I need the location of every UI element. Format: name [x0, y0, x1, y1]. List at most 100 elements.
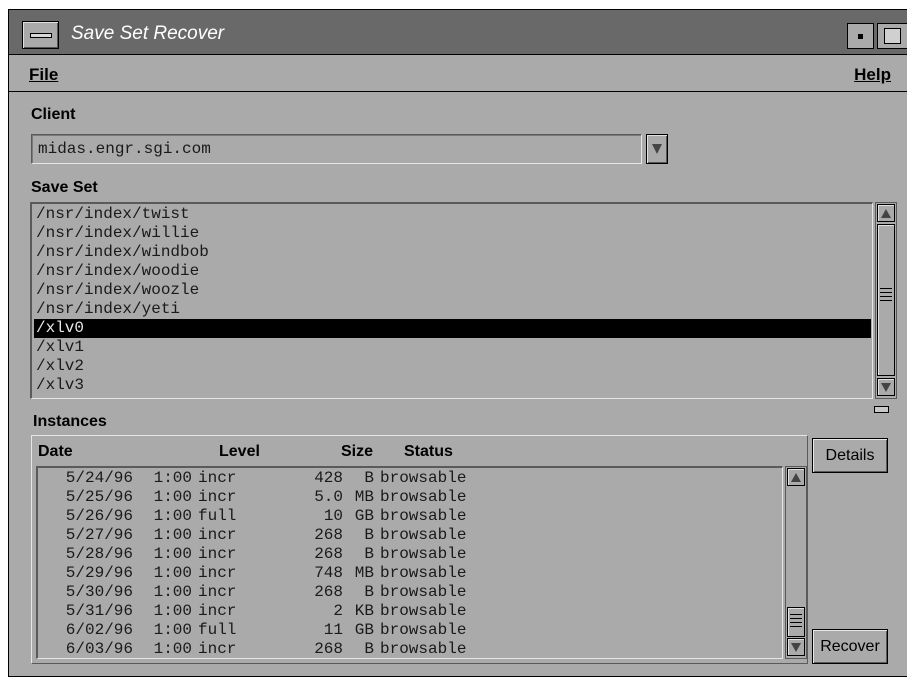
scroll-down-triangle [881, 383, 891, 392]
cell-time: 1:00 [153, 621, 192, 639]
cell-status: browsable [380, 488, 467, 506]
cell-unit: KB [354, 602, 374, 620]
table-row[interactable]: 5/28/96 1:00 incr 268 Bbrowsable [38, 545, 782, 564]
scroll-thumb[interactable] [787, 607, 805, 637]
column-header-status: Status [404, 443, 453, 460]
table-row[interactable]: 6/03/96 1:00 incr 268 Bbrowsable [38, 640, 782, 658]
list-item[interactable]: /xlv2 [34, 357, 871, 376]
cell-time: 1:00 [153, 507, 192, 525]
cell-time: 1:00 [153, 583, 192, 601]
save-set-scrollbar[interactable] [875, 202, 897, 399]
list-item[interactable]: /nsr/index/woodie [34, 262, 871, 281]
cell-level: incr [198, 640, 237, 658]
recover-button[interactable]: Recover [812, 629, 888, 664]
cell-date: 5/24/96 [65, 469, 133, 487]
dropdown-arrow-icon[interactable] [646, 134, 668, 164]
scroll-down-triangle [791, 643, 801, 652]
scroll-up-triangle [881, 209, 891, 218]
table-row[interactable]: 5/29/96 1:00 incr 748 MB browsable [38, 564, 782, 583]
cell-unit: B [364, 583, 374, 601]
cell-status: browsable [380, 526, 467, 544]
table-row[interactable]: 5/24/96 1:00 incr 428 Bbrowsable [38, 469, 782, 488]
table-row[interactable]: 6/02/96 1:00 full 11 GB browsable [38, 621, 782, 640]
column-header-size: Size [341, 443, 374, 460]
client-label: Client [31, 106, 76, 123]
cell-date: 5/29/96 [65, 564, 133, 582]
grip-line [790, 626, 802, 627]
list-item[interactable]: /nsr/index/windbob [34, 243, 871, 262]
cell-unit: GB [354, 507, 374, 525]
window-menu-bar [30, 33, 52, 38]
grip-line [790, 622, 802, 623]
maximize-icon[interactable] [877, 23, 907, 49]
cell-level: incr [198, 545, 237, 563]
instances-panel: Date Level Size Status 5/24/96 1:00 incr 42… [31, 435, 808, 664]
cell-status: browsable [380, 583, 467, 601]
grip-line [880, 296, 892, 297]
table-row[interactable]: 5/31/96 1:00 incr 2 KB browsable [38, 602, 782, 621]
instances-scrollbar[interactable] [785, 466, 807, 659]
column-header-level: Level [219, 443, 260, 460]
cell-size: 268 [314, 583, 343, 601]
list-item[interactable]: /xlv3 [34, 376, 871, 395]
list-item[interactable]: /nsr/index/twist [34, 205, 871, 224]
client-value: midas.engr.sgi.com [38, 140, 211, 158]
table-row[interactable]: 5/25/96 1:00 incr 5.0 MB browsable [38, 488, 782, 507]
cell-time: 1:00 [153, 640, 192, 658]
save-set-label: Save Set [31, 179, 98, 196]
instances-label: Instances [33, 413, 107, 430]
list-item-selected[interactable]: /xlv0 [34, 319, 871, 338]
cell-unit: B [364, 526, 374, 544]
cell-unit: B [364, 545, 374, 563]
cell-date: 5/27/96 [65, 526, 133, 544]
scroll-down-icon[interactable] [877, 378, 895, 396]
cell-level: incr [198, 583, 237, 601]
cell-status: browsable [380, 602, 467, 620]
table-row[interactable]: 5/30/96 1:00 incr 268 Bbrowsable [38, 583, 782, 602]
scroll-thumb[interactable] [877, 224, 895, 376]
instances-list[interactable]: 5/24/96 1:00 incr 428 Bbrowsable 5/25/96 1:00… [36, 466, 783, 659]
cell-size: 10 [323, 507, 343, 525]
minimize-icon[interactable] [847, 23, 874, 49]
cell-time: 1:00 [153, 488, 192, 506]
client-field[interactable]: midas.engr.sgi.com [31, 134, 642, 164]
cell-level: full [198, 507, 237, 525]
cell-status: browsable [380, 640, 467, 658]
pane-sash[interactable] [874, 406, 889, 413]
cell-date: 5/25/96 [65, 488, 133, 506]
list-item[interactable]: /nsr/index/yeti [34, 300, 871, 319]
grip-line [880, 288, 892, 289]
cell-status: browsable [380, 469, 467, 487]
save-set-list[interactable]: /nsr/index/twist /nsr/index/willie /nsr/… [30, 202, 873, 399]
cell-unit: MB [354, 564, 374, 582]
cell-date: 5/31/96 [65, 602, 133, 620]
details-button[interactable]: Details [812, 438, 888, 473]
grip-line [880, 300, 892, 301]
table-row[interactable]: 5/26/96 1:00 full 10 GB browsable [38, 507, 782, 526]
menu-file[interactable]: File [29, 65, 58, 85]
cell-time: 1:00 [153, 564, 192, 582]
menu-help[interactable]: Help [854, 65, 891, 85]
menu-help-label: Help [854, 65, 891, 84]
list-item[interactable]: /nsr/index/willie [34, 224, 871, 243]
maximize-square [884, 28, 901, 44]
cell-status: browsable [380, 564, 467, 582]
grip-line [790, 618, 802, 619]
list-item[interactable]: /xlv1 [34, 338, 871, 357]
title-bar[interactable]: Save Set Recover [9, 10, 907, 55]
column-header-date: Date [38, 443, 73, 460]
scroll-up-icon[interactable] [787, 468, 805, 486]
list-item[interactable]: /nsr/index/woozle [34, 281, 871, 300]
grip-line [790, 614, 802, 615]
cell-date: 6/02/96 [65, 621, 133, 639]
cell-unit: B [364, 469, 374, 487]
cell-time: 1:00 [153, 526, 192, 544]
window-menu-icon[interactable] [22, 21, 59, 49]
window-title: Save Set Recover [71, 23, 225, 44]
cell-size: 2 [333, 602, 343, 620]
table-row[interactable]: 5/27/96 1:00 incr 268 Bbrowsable [38, 526, 782, 545]
cell-date: 5/26/96 [65, 507, 133, 525]
scroll-up-icon[interactable] [877, 204, 895, 222]
cell-level: incr [198, 526, 237, 544]
scroll-down-icon[interactable] [787, 638, 805, 656]
